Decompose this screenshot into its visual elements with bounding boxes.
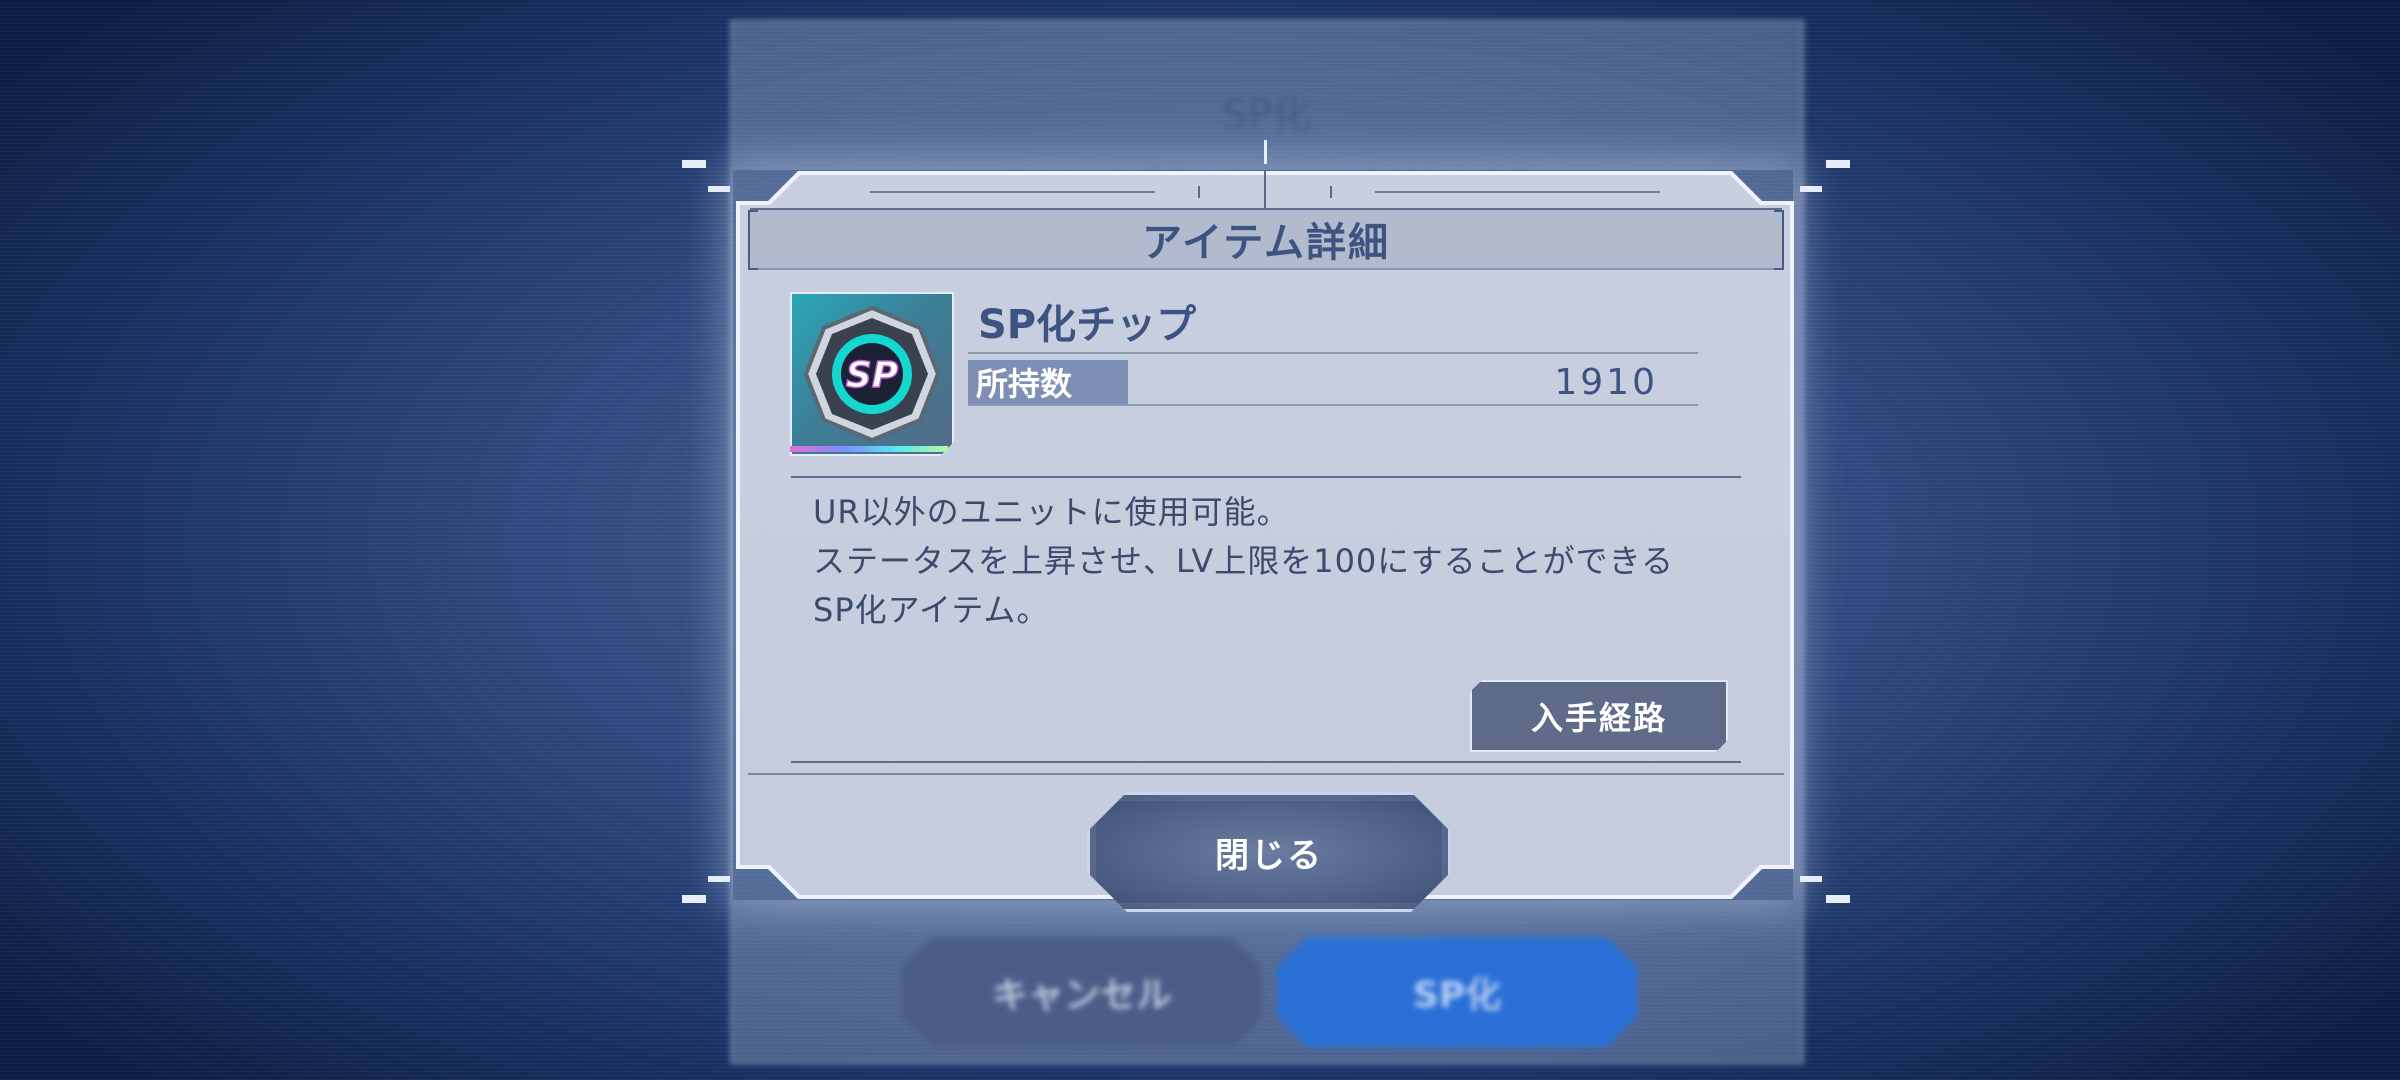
sp-chip-text: SP bbox=[846, 355, 898, 396]
background-cancel-button: キャンセル bbox=[902, 937, 1262, 1047]
item-name: SP化チップ bbox=[978, 302, 1197, 348]
acquisition-route-button[interactable]: 入手経路 bbox=[1470, 680, 1728, 752]
description-line: UR以外のユニットに使用可能。 bbox=[813, 493, 1290, 531]
header-deco-line bbox=[1264, 170, 1266, 208]
corner-tick bbox=[708, 876, 730, 882]
divider bbox=[791, 761, 1741, 763]
divider bbox=[791, 476, 1741, 478]
corner-tick bbox=[1826, 895, 1850, 903]
title-bracket bbox=[1774, 210, 1784, 270]
owned-count-row: 所持数 1910 bbox=[968, 360, 1698, 406]
header-deco-line bbox=[1375, 191, 1660, 193]
center-tick bbox=[1264, 140, 1267, 164]
description-line: SP化アイテム。 bbox=[813, 591, 1050, 629]
header-deco-line bbox=[870, 191, 1155, 193]
dialog-title: アイテム詳細 bbox=[1142, 220, 1390, 266]
sp-chip-graphic: SP bbox=[792, 294, 952, 454]
owned-count-value: 1910 bbox=[1554, 362, 1658, 403]
item-description: UR以外のユニットに使用可能。 ステータスを上昇させ、LV上限を100にすること… bbox=[813, 488, 1713, 635]
owned-count-label: 所持数 bbox=[968, 360, 1128, 404]
dialog-title-bar: アイテム詳細 bbox=[748, 208, 1784, 270]
sp-chip-icon: SP bbox=[790, 292, 954, 456]
corner-tick bbox=[682, 160, 706, 168]
corner-tick bbox=[1800, 186, 1822, 192]
header-deco-line bbox=[1198, 186, 1200, 198]
background-sp-button: SP化 bbox=[1277, 937, 1637, 1047]
corner-tick bbox=[1826, 160, 1850, 168]
header-deco-line bbox=[1330, 186, 1332, 198]
close-button[interactable]: 閉じる bbox=[1087, 792, 1451, 912]
description-line: ステータスを上昇させ、LV上限を100にすることができる bbox=[813, 542, 1674, 580]
corner-tick bbox=[1800, 876, 1822, 882]
corner-tick bbox=[708, 186, 730, 192]
corner-tick bbox=[682, 895, 706, 903]
background-dialog-title: SP化 bbox=[1222, 92, 1312, 138]
divider bbox=[748, 773, 1784, 775]
rarity-bar bbox=[790, 446, 948, 452]
item-name-underline bbox=[968, 352, 1698, 354]
title-bracket bbox=[748, 210, 758, 270]
